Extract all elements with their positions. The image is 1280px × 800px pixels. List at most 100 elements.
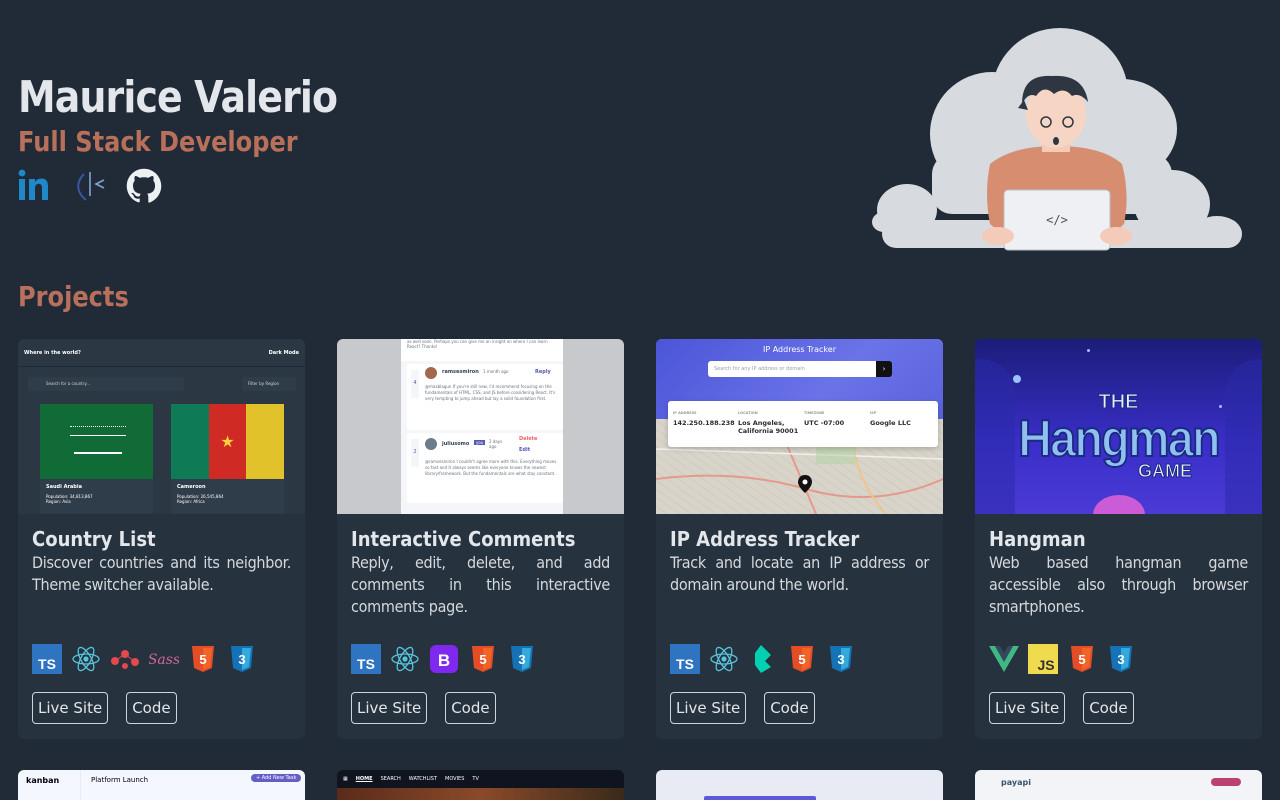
html5-icon: 5 (468, 644, 498, 674)
location-pin-icon (798, 475, 812, 493)
project-card-ip-tracker: IP Address Tracker Search for any IP add… (656, 339, 943, 739)
project-thumbnail: Where in the world? Dark Mode Search for… (18, 339, 305, 514)
svg-text:JS: JS (1037, 657, 1054, 673)
project-description: Web based hangman game accessible also t… (989, 553, 1248, 616)
thumb-filter: Filter by Region (242, 377, 296, 391)
code-button[interactable]: Code (764, 692, 815, 724)
dev-portfolio-link[interactable] (72, 168, 108, 204)
project-description: Discover countries and its neighbor. The… (32, 553, 291, 594)
hangman-logo-title: Hangman (1017, 409, 1221, 469)
project-title: Interactive Comments (351, 527, 576, 551)
live-site-button[interactable]: Live Site (351, 692, 428, 724)
svg-text:TS: TS (357, 656, 375, 672)
html5-icon: 5 (188, 644, 218, 674)
code-button[interactable]: Code (445, 692, 496, 724)
svg-text:Sass: Sass (149, 652, 179, 668)
reply-button[interactable]: Reply (535, 369, 551, 375)
typescript-icon: TS (670, 644, 700, 674)
country-name: Cameroon (177, 484, 206, 490)
vue-icon (989, 644, 1019, 674)
sass-icon: Sass (149, 644, 179, 674)
country-region: Region: Asia (46, 499, 71, 504)
svg-text:3: 3 (238, 652, 245, 667)
nav-watchlist[interactable]: WATCHLIST (409, 776, 437, 782)
live-site-button[interactable]: Live Site (989, 692, 1066, 724)
ip-value: 142.250.188.238 (673, 419, 735, 427)
svg-text:5: 5 (479, 652, 486, 667)
github-link[interactable] (126, 168, 162, 204)
isp-label: ISP (870, 411, 877, 415)
svg-text:5: 5 (1078, 652, 1085, 667)
thumb-search: Search for any IP address or domain (708, 361, 876, 377)
react-icon (709, 644, 739, 674)
project-thumbnail: THE Hangman GAME (975, 339, 1262, 514)
project-title: IP Address Tracker (670, 527, 860, 551)
comment-text: @maxblagun If you're still new, I'd reco… (425, 384, 556, 401)
css3-icon: 3 (1106, 644, 1136, 674)
project-card-entertainment: ▦ HOME SEARCH WATCHLIST MOVIES TV (337, 770, 624, 800)
project-thumbnail: as well soon. Perhaps you can give me an… (337, 339, 624, 514)
project-description: Reply, edit, delete, and add comments in… (351, 553, 610, 616)
projects-heading: Projects (18, 280, 129, 313)
add-task-button[interactable]: + Add New Task (251, 774, 302, 782)
project-card-kanban: kanban Platform Launch + Add New Task (18, 770, 305, 800)
delete-button[interactable]: Delete (519, 436, 537, 442)
project-card-payapi: payapi (975, 770, 1262, 800)
nav-tv[interactable]: TV (472, 776, 478, 782)
nav-home[interactable]: HOME (356, 776, 373, 782)
comment-reply-2: 2 juliusomo you 2 days ago Delete Edit @… (407, 433, 563, 503)
timezone-label: TIMEZONE (804, 411, 825, 415)
country-card-saudi: Saudi Arabia Population: 34,813,867 Regi… (40, 404, 153, 514)
linkedin-link[interactable] (18, 168, 54, 204)
comment-user: juliusomo (442, 441, 470, 447)
live-site-button[interactable]: Live Site (32, 692, 109, 724)
css3-icon: 3 (826, 644, 856, 674)
film-icon: ▦ (343, 776, 348, 782)
timezone-value: UTC -07:00 (804, 419, 845, 427)
tech-stack: TS 5 3 (670, 644, 856, 674)
comment-time: 2 days ago (489, 439, 503, 449)
code-button[interactable]: Code (1083, 692, 1134, 724)
svg-text:</>: </> (1046, 213, 1068, 227)
location-value: Los Angeles, California 90001 (738, 419, 799, 435)
isp-value: Google LLC (870, 419, 911, 427)
ip-info-panel: IP ADDRESS 142.250.188.238 LOCATION Los … (668, 401, 938, 447)
profile-name: Maurice Valerio (18, 72, 338, 123)
edit-button[interactable]: Edit (519, 447, 530, 453)
css3-icon: 3 (227, 644, 257, 674)
svg-text:3: 3 (1117, 652, 1124, 667)
thumb-search: Search for a country... (28, 377, 184, 391)
github-icon (126, 168, 162, 203)
project-card-interactive-comments: as well soon. Perhaps you can give me an… (337, 339, 624, 739)
play-button-shape (1093, 495, 1145, 514)
linkedin-icon (18, 169, 48, 200)
svg-text:B: B (438, 651, 450, 670)
payapi-logo: payapi (1001, 778, 1031, 787)
comment-text: @ramsesmiron I couldn't agree more with … (425, 459, 557, 476)
social-links (18, 168, 389, 204)
nav-search[interactable]: SEARCH (381, 776, 401, 782)
code-button[interactable]: Code (126, 692, 177, 724)
svg-text:5: 5 (199, 652, 206, 667)
nav-movies[interactable]: MOVIES (445, 776, 464, 782)
svg-text:TS: TS (676, 656, 694, 672)
project-title: Hangman (989, 527, 1086, 551)
svg-text:3: 3 (518, 652, 525, 667)
bulma-icon (748, 644, 778, 674)
svg-text:3: 3 (837, 652, 844, 667)
kanban-logo: kanban (26, 776, 60, 785)
profile-role: Full Stack Developer (18, 125, 298, 158)
project-card-country-list: Where in the world? Dark Mode Search for… (18, 339, 305, 739)
tech-stack: JS 5 3 (989, 644, 1136, 674)
project-description: Track and locate an IP address or domain… (670, 553, 929, 594)
kanban-board-title: Platform Launch (91, 776, 149, 784)
hangman-logo-game: GAME (1138, 461, 1193, 482)
comment-time: 1 month ago (483, 369, 509, 374)
comment-text: as well soon. Perhaps you can give me an… (401, 339, 563, 361)
tech-stack: TS Sass 5 3 (32, 644, 257, 674)
thumb-mode-label: Dark Mode (268, 349, 299, 356)
typescript-icon: TS (351, 644, 381, 674)
redux-saga-icon (110, 644, 140, 674)
live-site-button[interactable]: Live Site (670, 692, 747, 724)
javascript-icon: JS (1028, 644, 1058, 674)
